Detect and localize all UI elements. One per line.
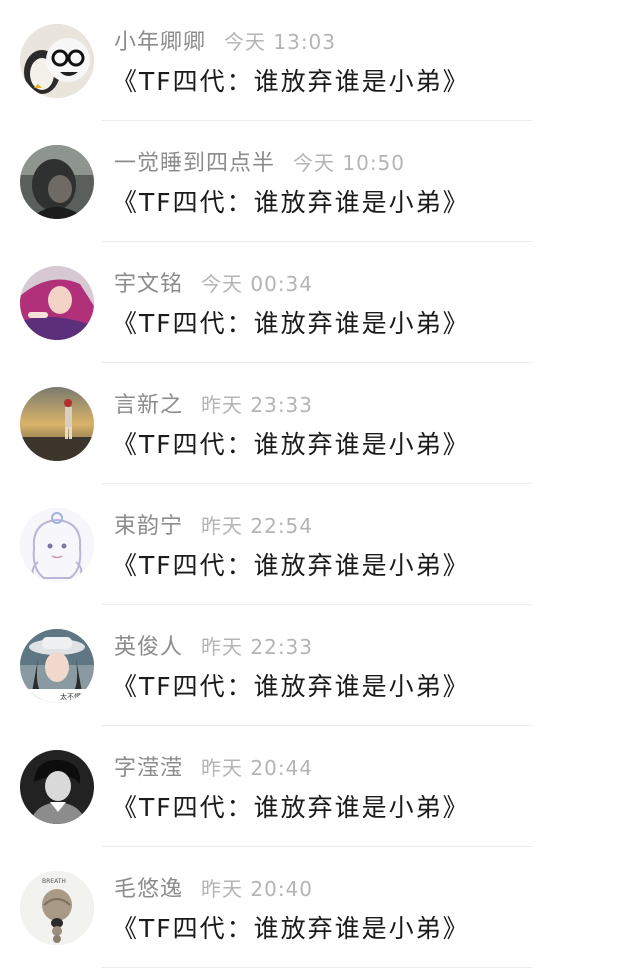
comment-meta: 英俊人 昨天 22:33 <box>114 629 313 661</box>
sunset-figure-avatar-icon[interactable] <box>20 387 94 461</box>
comment-meta: 束韵宁 昨天 22:54 <box>114 508 313 540</box>
comment-item[interactable]: 言新之 昨天 23:33 《TF四代：谁放弃谁是小弟》 <box>0 363 640 484</box>
comment-item[interactable]: 束韵宁 昨天 22:54 《TF四代：谁放弃谁是小弟》 <box>0 484 640 605</box>
comment-text: 《TF四代：谁放弃谁是小弟》 <box>112 188 470 217</box>
username[interactable]: 毛悠逸 <box>114 871 183 903</box>
comment-item[interactable]: 一觉睡到四点半 今天 10:50 《TF四代：谁放弃谁是小弟》 <box>0 121 640 242</box>
comment-meta: 毛悠逸 昨天 20:40 <box>114 871 313 903</box>
comment-text: 《TF四代：谁放弃谁是小弟》 <box>112 551 470 580</box>
comment-meta: 言新之 昨天 23:33 <box>114 387 313 419</box>
comment-meta: 一觉睡到四点半 今天 10:50 <box>114 145 405 177</box>
timestamp: 今天 13:03 <box>224 29 337 54</box>
timestamp: 今天 10:50 <box>293 150 406 175</box>
pink-hair-girl-avatar-icon[interactable] <box>20 266 94 340</box>
timestamp: 今天 00:34 <box>201 271 314 296</box>
comment-item[interactable]: 小年卿卿 今天 13:03 《TF四代：谁放弃谁是小弟》 <box>0 0 640 121</box>
username[interactable]: 言新之 <box>114 387 183 419</box>
sketch-girl-avatar-icon[interactable] <box>20 508 94 582</box>
comment-list: 小年卿卿 今天 13:03 《TF四代：谁放弃谁是小弟》 一觉睡到四点半 今天 … <box>0 0 640 968</box>
comment-meta: 字滢滢 昨天 20:44 <box>114 750 313 782</box>
comment-text: 《TF四代：谁放弃谁是小弟》 <box>112 67 470 96</box>
hat-girl-avatar-icon[interactable]: 太不懂 <box>20 629 94 703</box>
comment-item[interactable]: 字滢滢 昨天 20:44 《TF四代：谁放弃谁是小弟》 <box>0 726 640 847</box>
comment-item[interactable]: BREATH 毛悠逸 昨天 20:40 《TF四代：谁放弃谁是小弟》 <box>0 847 640 968</box>
dark-portrait-avatar-icon[interactable] <box>20 145 94 219</box>
username[interactable]: 小年卿卿 <box>114 24 206 56</box>
comment-item[interactable]: 太不懂 英俊人 昨天 22:33 《TF四代：谁放弃谁是小弟》 <box>0 605 640 726</box>
timestamp: 昨天 20:40 <box>201 876 314 901</box>
penguin-avatar-icon[interactable] <box>20 24 94 98</box>
bw-boy-avatar-icon[interactable] <box>20 750 94 824</box>
username[interactable]: 束韵宁 <box>114 508 183 540</box>
username[interactable]: 宇文铭 <box>114 266 183 298</box>
username[interactable]: 字滢滢 <box>114 750 183 782</box>
comment-item[interactable]: 宇文铭 今天 00:34 《TF四代：谁放弃谁是小弟》 <box>0 242 640 363</box>
username[interactable]: 一觉睡到四点半 <box>114 145 275 177</box>
comment-text: 《TF四代：谁放弃谁是小弟》 <box>112 430 470 459</box>
comment-text: 《TF四代：谁放弃谁是小弟》 <box>112 672 470 701</box>
username[interactable]: 英俊人 <box>114 629 183 661</box>
comment-meta: 宇文铭 今天 00:34 <box>114 266 313 298</box>
avatar-caption: 太不懂 <box>60 692 81 701</box>
comment-text: 《TF四代：谁放弃谁是小弟》 <box>112 914 470 943</box>
timestamp: 昨天 23:33 <box>201 392 314 417</box>
breath-braid-avatar-icon[interactable]: BREATH <box>20 871 94 945</box>
timestamp: 昨天 22:33 <box>201 634 314 659</box>
timestamp: 昨天 22:54 <box>201 513 314 538</box>
avatar-caption: BREATH <box>42 878 66 885</box>
timestamp: 昨天 20:44 <box>201 755 314 780</box>
comment-text: 《TF四代：谁放弃谁是小弟》 <box>112 793 470 822</box>
comment-text: 《TF四代：谁放弃谁是小弟》 <box>112 309 470 338</box>
comment-meta: 小年卿卿 今天 13:03 <box>114 24 336 56</box>
